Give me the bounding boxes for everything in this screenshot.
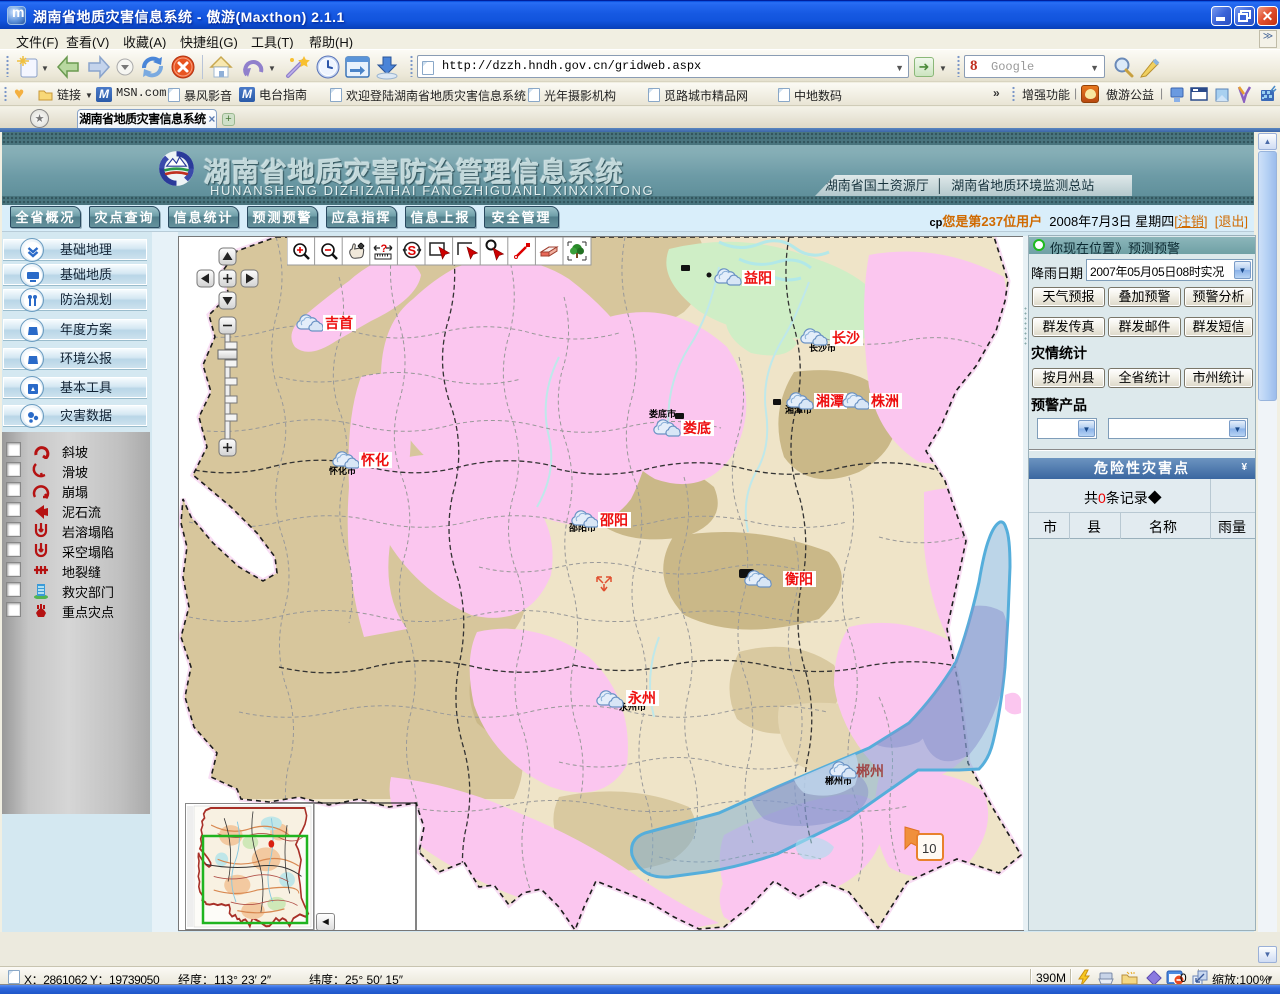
svg-text:永州: 永州 — [627, 690, 656, 706]
svg-text:邵阳: 邵阳 — [599, 512, 628, 528]
svg-text:衡阳: 衡阳 — [785, 571, 813, 587]
svg-text:湘潭: 湘潭 — [816, 393, 844, 409]
svg-text:S: S — [408, 243, 417, 258]
svg-text:长沙: 长沙 — [832, 330, 860, 346]
svg-text:吉首: 吉首 — [325, 315, 353, 331]
svg-text:娄底市: 娄底市 — [648, 408, 676, 419]
svg-text:益阳: 益阳 — [744, 270, 772, 286]
svg-text:株洲: 株洲 — [871, 393, 899, 409]
svg-text:娄底: 娄底 — [683, 420, 711, 436]
svg-text:10: 10 — [922, 841, 936, 856]
svg-text:怀化: 怀化 — [361, 452, 389, 468]
svg-text:郴州: 郴州 — [856, 763, 884, 779]
svg-text:?: ? — [381, 243, 388, 255]
